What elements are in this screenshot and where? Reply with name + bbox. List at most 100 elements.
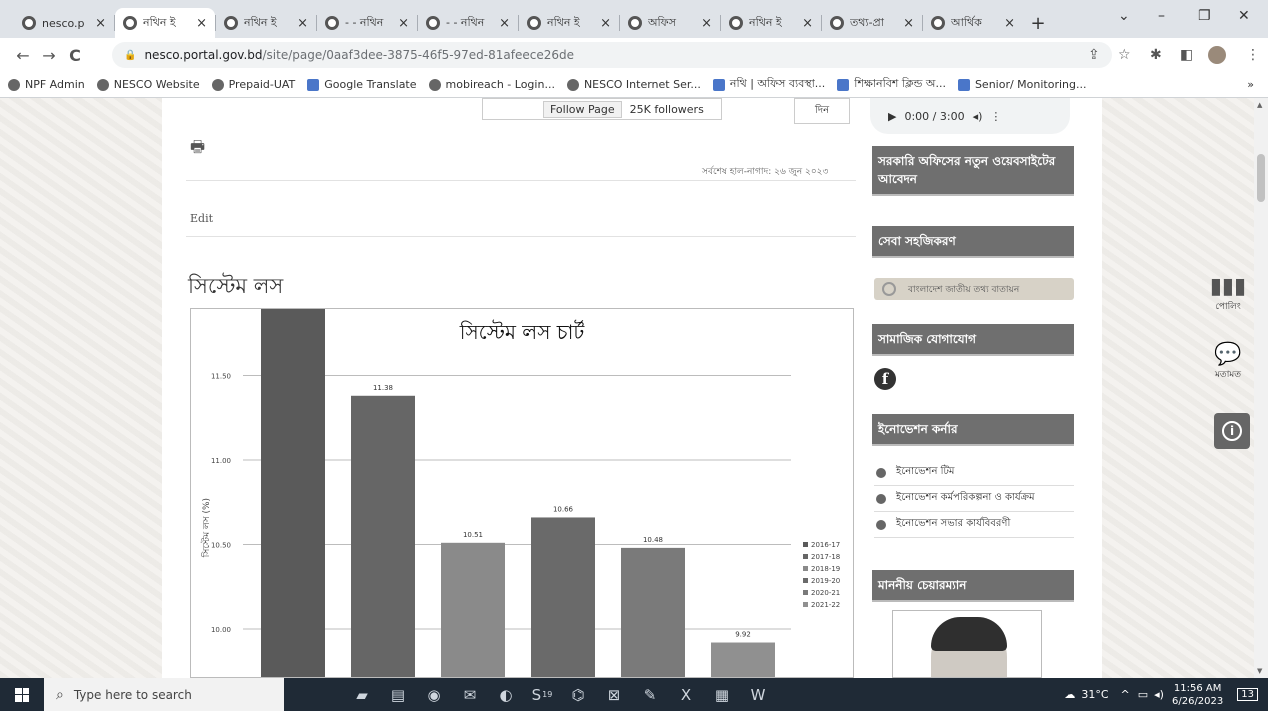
- restore-button[interactable]: ❐: [1198, 8, 1211, 24]
- dina-button[interactable]: দিন: [794, 98, 850, 124]
- bookmark-item[interactable]: Google Translate: [307, 78, 417, 91]
- browser-tab[interactable]: নথিন ই ×: [216, 8, 316, 38]
- bookmark-item[interactable]: NESCO Internet Ser...: [566, 78, 701, 91]
- taskbar-search[interactable]: ⌕ Type here to search: [44, 678, 284, 711]
- edit-link[interactable]: Edit: [190, 212, 213, 225]
- forward-button[interactable]: →: [36, 46, 62, 65]
- service-simplification-block[interactable]: সেবা সহজিকরণ: [872, 226, 1074, 258]
- tab-close-icon[interactable]: ×: [398, 16, 409, 31]
- excel-icon[interactable]: X: [668, 678, 704, 711]
- minimize-button[interactable]: –: [1158, 8, 1165, 24]
- tab-close-icon[interactable]: ×: [903, 16, 914, 31]
- innovation-list-item[interactable]: ইনোভেশন টিম: [874, 460, 1074, 486]
- info-button[interactable]: i: [1214, 413, 1250, 449]
- browser-tab[interactable]: নথিন ই ×: [721, 8, 821, 38]
- tab-close-icon[interactable]: ×: [196, 16, 207, 31]
- chart-svg: সিস্টেম লস চার্ট সিস্টেম লস (%) 12.0011.…: [200, 288, 840, 678]
- chart-data-label: 11.38: [373, 384, 393, 392]
- skype-icon[interactable]: S 19: [524, 678, 560, 711]
- new-office-website-block[interactable]: সরকারি অফিসের নতুন ওয়েবসাইটের আবেদন: [872, 146, 1074, 196]
- follow-page-button[interactable]: Follow Page: [543, 100, 622, 118]
- bookmark-label: mobireach - Login...: [445, 78, 555, 91]
- page-scrollbar[interactable]: ▲ ▼: [1254, 98, 1268, 678]
- address-bar[interactable]: 🔒 nesco.portal.gov.bd/site/page/0aaf3dee…: [112, 42, 1112, 68]
- weather-temp[interactable]: 31°C: [1081, 688, 1108, 701]
- innovation-item-label: ইনোভেশন টিম: [896, 466, 955, 477]
- extensions-icon[interactable]: ✱: [1150, 47, 1162, 63]
- tray-chevron-icon[interactable]: ^: [1121, 688, 1130, 701]
- tab-close-icon[interactable]: ×: [701, 16, 712, 31]
- xbox-icon[interactable]: ⊠: [596, 678, 632, 711]
- profile-avatar[interactable]: [1208, 46, 1226, 64]
- play-icon[interactable]: ▶: [888, 110, 896, 123]
- mail-icon[interactable]: ✉: [452, 678, 488, 711]
- notes-icon[interactable]: ✎: [632, 678, 668, 711]
- bookmarks-overflow[interactable]: »: [1247, 78, 1254, 91]
- audio-menu-icon[interactable]: ⋮: [990, 110, 1001, 123]
- share-icon[interactable]: ⇪: [1088, 47, 1100, 63]
- briefcase-app-icon[interactable]: ▰: [344, 678, 380, 711]
- menu-kebab-icon[interactable]: ⋮: [1246, 47, 1260, 63]
- network-app-icon[interactable]: ⌬: [560, 678, 596, 711]
- browser-tab[interactable]: - - নথিন ×: [418, 8, 518, 38]
- scroll-thumb[interactable]: [1257, 154, 1265, 202]
- feedback-widget[interactable]: 💬 মতামত: [1206, 342, 1250, 382]
- browser-tab[interactable]: তথ্য-প্রা ×: [822, 8, 922, 38]
- tab-close-icon[interactable]: ×: [600, 16, 611, 31]
- browser-tab[interactable]: nesco.p ×: [14, 8, 114, 38]
- browser-tab[interactable]: নথিন ই ×: [519, 8, 619, 38]
- notification-center[interactable]: 13: [1237, 688, 1258, 701]
- innovation-list-item[interactable]: ইনোভেশন কর্মপরিকল্পনা ও কার্যক্রম: [874, 486, 1074, 512]
- chart-y-tick-label: 10.50: [211, 542, 231, 550]
- reload-button[interactable]: C: [62, 46, 88, 65]
- tab-close-icon[interactable]: ×: [297, 16, 308, 31]
- chart-bar-2018-19: [441, 542, 505, 678]
- calc-icon[interactable]: ▦: [704, 678, 740, 711]
- bookmark-item[interactable]: শিক্ষানবিশ ক্লিন্ড অ...: [837, 75, 946, 94]
- file-explorer-icon[interactable]: ▤: [380, 678, 416, 711]
- bookmark-item[interactable]: Senior/ Monitoring...: [957, 78, 1087, 91]
- facebook-icon[interactable]: f: [874, 368, 896, 390]
- tab-close-icon[interactable]: ×: [499, 16, 510, 31]
- scroll-up-icon[interactable]: ▲: [1257, 101, 1262, 109]
- bookmark-item[interactable]: নথি | অফিস ব্যবস্থা...: [712, 75, 825, 94]
- bookmark-item[interactable]: Prepaid-UAT: [211, 78, 295, 91]
- national-portal-banner[interactable]: বাংলাদেশ জাতীয় তথ্য বাতায়ন: [874, 278, 1074, 300]
- new-tab-button[interactable]: +: [1023, 8, 1053, 38]
- browser-tab[interactable]: আর্থিক ×: [923, 8, 1023, 38]
- weather-icon[interactable]: ☁: [1064, 688, 1075, 701]
- volume-icon[interactable]: ◂): [973, 110, 983, 123]
- close-window-button[interactable]: ✕: [1238, 8, 1250, 24]
- chart-data-label: 10.66: [553, 505, 574, 513]
- browser-tab[interactable]: - - নথিন ×: [317, 8, 417, 38]
- browser-tab[interactable]: অফিস ×: [620, 8, 720, 38]
- tab-title: নথিন ই: [547, 15, 580, 29]
- poll-widget[interactable]: ▮▮▮ পোলিং: [1206, 274, 1250, 314]
- network-icon[interactable]: ▭: [1138, 688, 1148, 701]
- scroll-down-icon[interactable]: ▼: [1257, 667, 1262, 675]
- bookmarks-bar: NPF Admin NESCO Website Prepaid-UAT Google …: [0, 72, 1268, 98]
- bookmark-star-icon[interactable]: ☆: [1118, 47, 1131, 63]
- browser-tab[interactable]: নথিন ই ×: [115, 8, 215, 38]
- audio-player: ▶ 0:00 / 3:00 ◂) ⋮: [870, 98, 1070, 134]
- print-icon[interactable]: 🖶: [190, 136, 205, 163]
- bookmark-item[interactable]: NPF Admin: [8, 78, 85, 91]
- bookmark-item[interactable]: mobireach - Login...: [428, 78, 555, 91]
- chrome-icon[interactable]: ◉: [416, 678, 452, 711]
- bookmark-item[interactable]: NESCO Website: [96, 78, 200, 91]
- left-decoration: [0, 98, 162, 678]
- clock[interactable]: 11:56 AM 6/26/2023: [1172, 682, 1223, 708]
- app-icon[interactable]: ◐: [488, 678, 524, 711]
- bookmark-label: Senior/ Monitoring...: [974, 78, 1087, 91]
- word-icon[interactable]: W: [740, 678, 776, 711]
- tab-search-icon[interactable]: ⌄: [1118, 8, 1130, 24]
- tab-close-icon[interactable]: ×: [95, 16, 106, 31]
- tab-close-icon[interactable]: ×: [802, 16, 813, 31]
- innovation-list-item[interactable]: ইনোভেশন সভার কার্যবিবরণী: [874, 512, 1074, 538]
- volume-icon[interactable]: ◂): [1154, 688, 1164, 701]
- chart-legend: 2016-17 2017-18 2018-19 2019-20 2020-21 2021-…: [803, 541, 840, 609]
- side-panel-icon[interactable]: ◧: [1180, 47, 1193, 63]
- start-button[interactable]: [0, 678, 44, 711]
- back-button[interactable]: ←: [10, 46, 36, 65]
- tab-close-icon[interactable]: ×: [1004, 16, 1015, 31]
